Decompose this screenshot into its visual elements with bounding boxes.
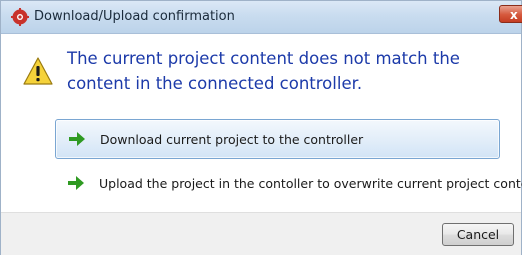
confirmation-message: The current project content does not mat… (67, 49, 460, 93)
green-arrow-icon (68, 176, 84, 190)
close-icon: x (510, 8, 518, 22)
title-bar[interactable]: Download/Upload confirmation x (1, 1, 522, 34)
dialog-footer: Cancel (1, 212, 521, 255)
window-title: Download/Upload confirmation (34, 9, 235, 24)
warning-icon (23, 57, 53, 85)
cancel-button[interactable]: Cancel (442, 223, 514, 246)
app-logo-icon (11, 8, 29, 26)
download-option-label: Download current project to the controll… (100, 132, 364, 147)
green-arrow-icon (69, 132, 85, 146)
close-button[interactable]: x (499, 5, 522, 23)
upload-option-label: Upload the project in the contoller to o… (99, 176, 522, 191)
dialog-window: Download/Upload confirmation x The curre… (0, 0, 522, 255)
download-option[interactable]: Download current project to the controll… (55, 119, 500, 159)
upload-option[interactable]: Upload the project in the contoller to o… (55, 164, 522, 204)
